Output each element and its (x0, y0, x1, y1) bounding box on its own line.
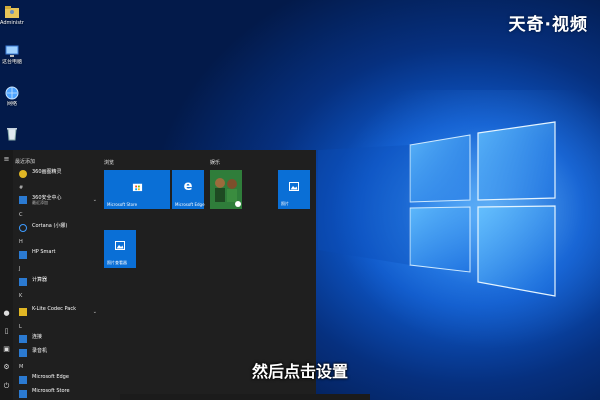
tile-microsoft-store[interactable]: Microsoft Store (104, 170, 170, 209)
user-folder-icon (5, 6, 19, 18)
store-bag-icon (132, 183, 142, 191)
video-subtitle: 然后点击设置 (251, 362, 348, 381)
app-name: 360画图精灵 (32, 169, 62, 175)
app-item-calculator[interactable]: 计算器 (17, 275, 99, 289)
tile-label: 照片 (281, 201, 289, 206)
letter-header: K (19, 293, 23, 299)
network-icon (5, 86, 19, 100)
desktop-icon-network[interactable]: 网络 (0, 85, 24, 108)
pictures-icon[interactable]: ▣ (3, 346, 10, 353)
tile-label: Microsoft Edge (175, 202, 205, 207)
cortana-icon (19, 224, 27, 232)
app-name: 连接 (32, 334, 43, 340)
app-name: Microsoft Store (32, 388, 70, 394)
tile-label: Microsoft Store (107, 202, 138, 207)
recycle-bin-icon (7, 128, 17, 141)
app-item-360-paint[interactable]: 360画图精灵 (17, 167, 99, 181)
store-icon (19, 390, 27, 398)
app-item-cortana[interactable]: Cortana (小娜) (17, 221, 99, 235)
group-title-play: 娱乐 (210, 160, 221, 166)
chevron-down-icon[interactable]: ⌄ (93, 197, 97, 203)
computer-icon (5, 45, 19, 57)
app-name: HP Smart (32, 249, 56, 255)
photo-icon (115, 241, 125, 250)
power-icon[interactable]: ⏻ (3, 383, 10, 390)
app-name: Cortana (小娜) (32, 223, 68, 229)
app-name: 计算器 (32, 277, 48, 283)
app-sub: 最近添加 (32, 200, 48, 205)
game-art-icon (210, 170, 242, 209)
letter-header: H (19, 239, 23, 245)
watermark: 天奇·视频 (508, 15, 588, 35)
app-item-360-security[interactable]: 360安全中心 最近添加 ⌄ (17, 193, 99, 207)
desktop-icon-user-folder[interactable]: Administr... (0, 4, 24, 27)
desktop-icon-label: 这台电脑 (1, 59, 22, 65)
tile-photos[interactable]: 照片 (278, 170, 310, 209)
calculator-icon (19, 278, 27, 286)
desktop-icon-label: 网络 (6, 101, 17, 107)
app-item-store[interactable]: Microsoft Store (17, 387, 99, 400)
app-item-hp-smart[interactable]: HP Smart (17, 248, 99, 262)
letter-header: L (19, 324, 22, 330)
tile-photo-viewer[interactable]: 照片查看器 (104, 230, 136, 268)
chevron-down-icon[interactable]: ⌄ (93, 309, 97, 315)
app-name: 录音机 (32, 348, 48, 354)
tile-label: 照片查看器 (107, 260, 127, 265)
desktop-icon-recycle-bin[interactable] (0, 125, 24, 141)
photo-icon (289, 181, 299, 191)
letter-header: C (19, 212, 23, 218)
tile-xbox-game[interactable] (210, 170, 242, 209)
app-name: K-Lite Codec Pack (32, 306, 76, 312)
letter-header: J (19, 266, 21, 272)
group-title-browse: 浏览 (104, 160, 115, 166)
desktop-icon-label: Administr... (0, 20, 24, 26)
desktop-icon-this-pc[interactable]: 这台电脑 (0, 43, 24, 66)
hamburger-menu-icon[interactable]: ≡ (3, 156, 10, 163)
recent-header: 最近添加 (15, 159, 36, 165)
edge-e-icon: e (183, 178, 193, 194)
app-icon (19, 170, 27, 178)
app-item-connect[interactable]: 连接 (17, 332, 99, 346)
app-item-klite[interactable]: K-Lite Codec Pack ⌄ (17, 305, 99, 319)
folder-icon (19, 196, 27, 204)
documents-icon[interactable]: ▯ (3, 328, 10, 335)
tile-microsoft-edge[interactable]: e Microsoft Edge (172, 170, 205, 209)
user-account-icon[interactable]: ● (3, 310, 10, 317)
letter-header: # (19, 185, 24, 191)
connect-icon (19, 335, 27, 343)
folder-icon (19, 308, 27, 316)
recorder-icon (19, 349, 27, 357)
taskbar (120, 394, 370, 400)
hp-smart-icon (19, 251, 27, 259)
